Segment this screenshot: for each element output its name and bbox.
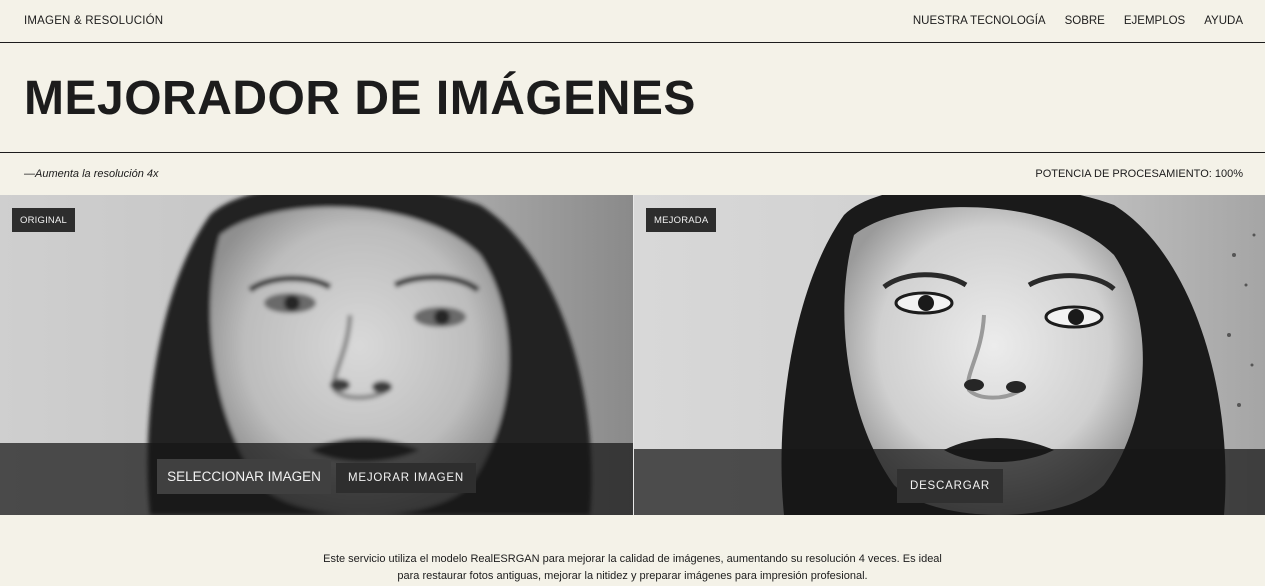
brand-logo[interactable]: IMAGEN & RESOLUCIÓN xyxy=(24,15,163,27)
nav-links: NUESTRA TECNOLOGÍA SOBRE EJEMPLOS AYUDA xyxy=(913,15,1243,27)
enhanced-image-panel: MEJORADA DESCARGAR xyxy=(634,195,1265,515)
nav-link-ayuda[interactable]: AYUDA xyxy=(1204,15,1243,27)
nav-link-tecnologia[interactable]: NUESTRA TECNOLOGÍA xyxy=(913,15,1046,27)
sub-bar: —Aumenta la resolución 4x POTENCIA DE PR… xyxy=(0,153,1265,195)
description-text: Este servicio utiliza el modelo RealESRG… xyxy=(323,553,942,582)
page-title: MEJORADOR DE IMÁGENES xyxy=(24,72,696,125)
original-tag: ORIGINAL xyxy=(12,208,75,232)
footer-description: Este servicio utiliza el modelo RealESRG… xyxy=(0,551,1265,585)
enhanced-tag: MEJORADA xyxy=(646,208,717,232)
image-panels: ORIGINAL SELECCIONAR IMAGEN MEJORAR IMAG… xyxy=(0,195,1265,515)
nav-link-ejemplos[interactable]: EJEMPLOS xyxy=(1124,15,1185,27)
processing-power: POTENCIA DE PROCESAMIENTO: 100% xyxy=(1035,168,1243,180)
original-image-panel: ORIGINAL SELECCIONAR IMAGEN MEJORAR IMAG… xyxy=(0,195,633,515)
nav-link-sobre[interactable]: SOBRE xyxy=(1065,15,1105,27)
download-button[interactable]: DESCARGAR xyxy=(897,469,1003,503)
original-controls-overlay: SELECCIONAR IMAGEN MEJORAR IMAGEN xyxy=(0,443,633,515)
enhanced-controls-overlay: DESCARGAR xyxy=(634,449,1265,515)
tagline: —Aumenta la resolución 4x xyxy=(24,168,159,180)
hero-section: MEJORADOR DE IMÁGENES xyxy=(0,43,1265,153)
enhance-image-button[interactable]: MEJORAR IMAGEN xyxy=(336,463,476,493)
select-image-button[interactable]: SELECCIONAR IMAGEN xyxy=(157,459,331,494)
top-navigation: IMAGEN & RESOLUCIÓN NUESTRA TECNOLOGÍA S… xyxy=(0,0,1265,43)
